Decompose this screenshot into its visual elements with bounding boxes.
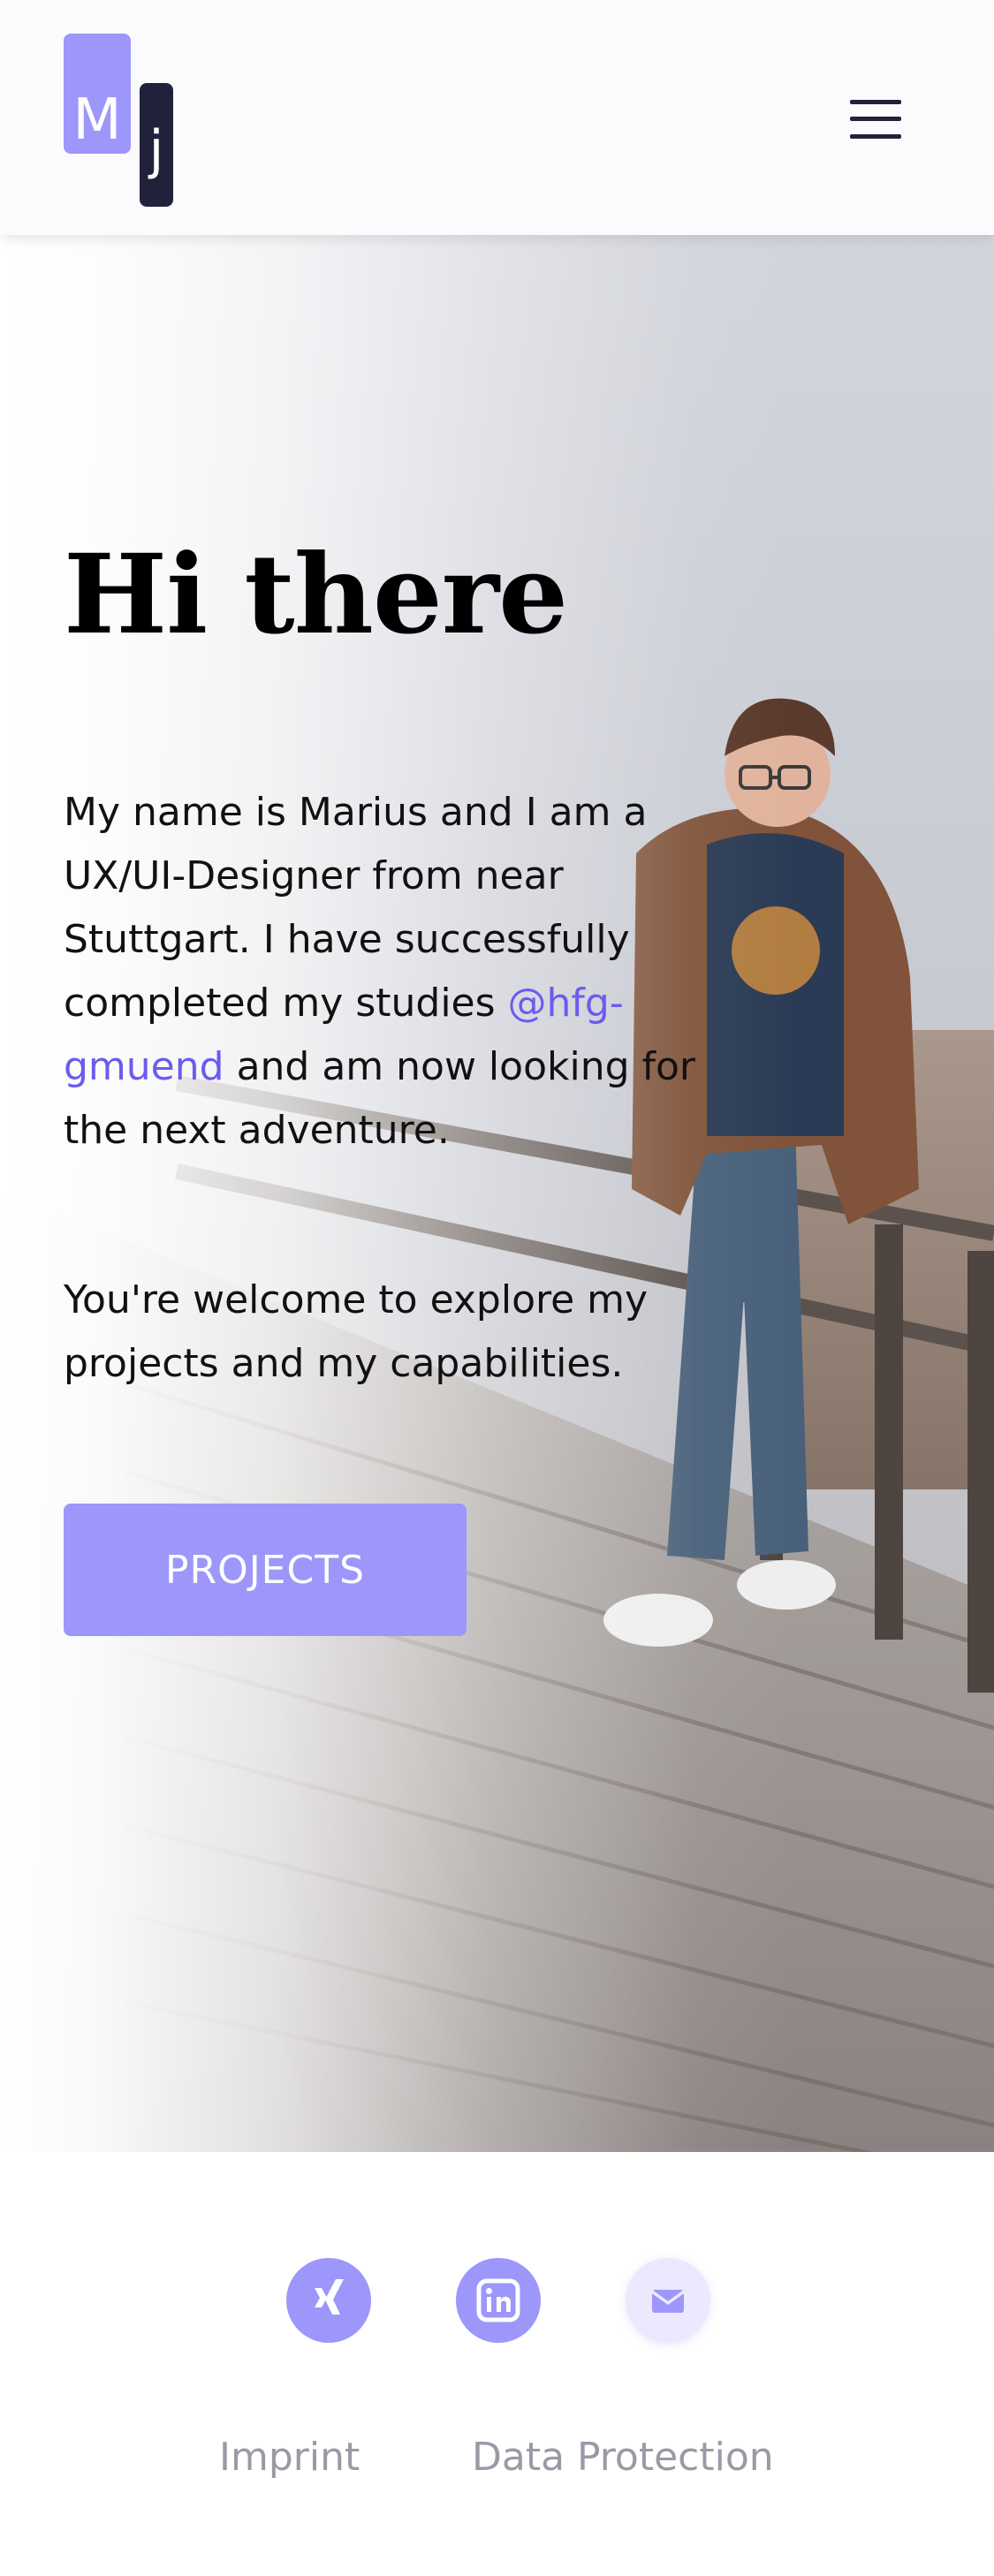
- logo-letter-j: j: [140, 83, 173, 207]
- logo-letter-m: M: [64, 34, 131, 154]
- xing-icon[interactable]: [286, 2258, 371, 2343]
- hero-title: Hi there: [64, 531, 568, 659]
- data-protection-link[interactable]: Data Protection: [472, 2435, 774, 2480]
- site-footer: Imprint Data Protection: [0, 2152, 994, 2576]
- site-header: M j: [0, 0, 994, 235]
- imprint-link[interactable]: Imprint: [219, 2435, 360, 2480]
- logo[interactable]: M j: [64, 34, 175, 207]
- menu-bar: [850, 100, 901, 104]
- projects-button[interactable]: PROJECTS: [64, 1504, 467, 1636]
- menu-bar: [850, 117, 901, 121]
- hero-fade-overlay: [0, 235, 994, 2152]
- hero-welcome: You're welcome to explore my projects an…: [64, 1277, 649, 1386]
- xing-icon-glyph: [315, 2279, 344, 2315]
- mail-icon-glyph: [650, 2290, 686, 2313]
- mail-icon[interactable]: [626, 2258, 710, 2343]
- hero-section: Hi there My name is Marius and I am a UX…: [0, 235, 994, 2152]
- linkedin-icon[interactable]: [456, 2258, 541, 2343]
- hamburger-menu-icon[interactable]: [846, 97, 905, 141]
- linkedin-icon-glyph: [476, 2278, 520, 2322]
- menu-bar: [850, 134, 901, 139]
- hero-intro: My name is Marius and I am a UX/UI-Desig…: [64, 781, 700, 1163]
